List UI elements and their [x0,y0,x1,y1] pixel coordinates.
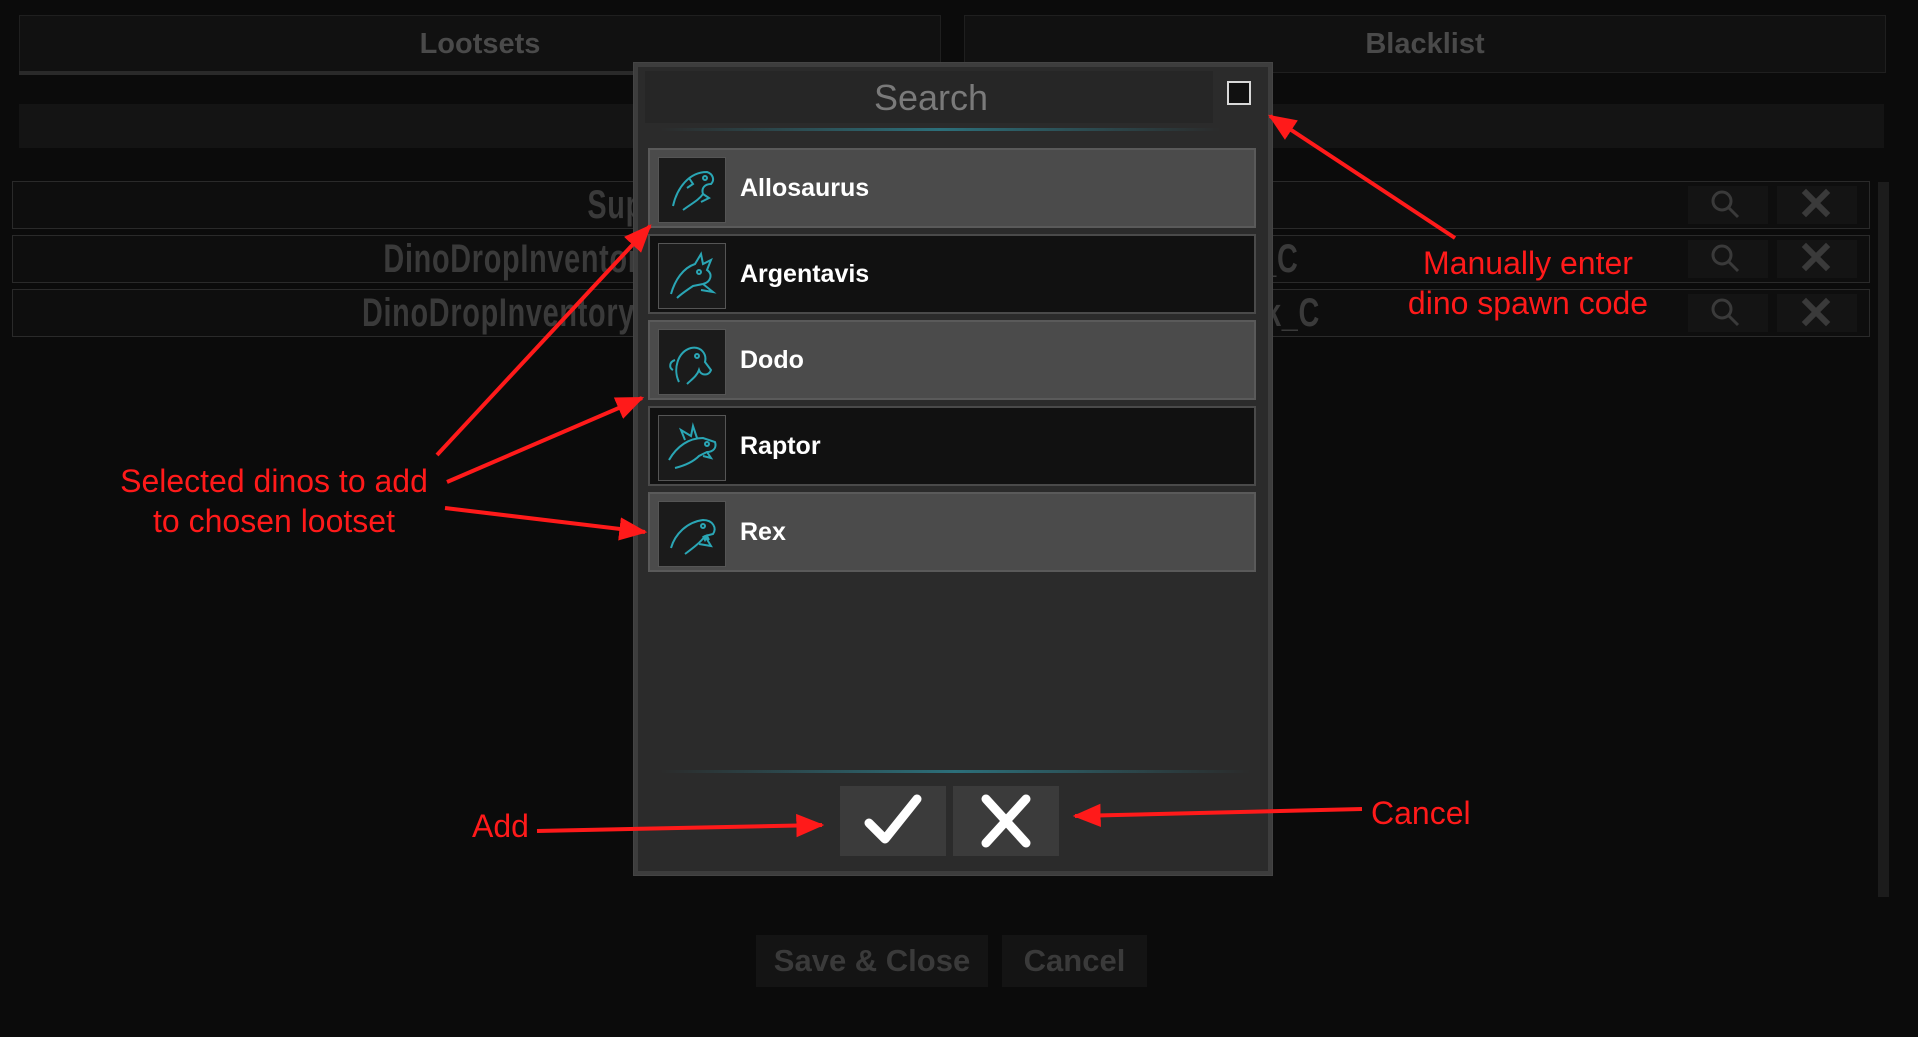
selected-dinos-annotation: Selected dinos to add to chosen lootset [108,461,440,541]
annotation-line: to chosen lootset [153,503,395,539]
delete-icon[interactable] [1777,294,1857,332]
search-icon[interactable] [1688,294,1768,332]
dodo-icon [658,329,726,395]
dino-name: Rex [740,517,786,546]
search-icon[interactable] [1688,240,1768,278]
save-close-label: Save & Close [773,943,971,978]
manual-entry-checkbox[interactable] [1227,81,1251,105]
allosaurus-icon [658,157,726,223]
tab-lootsets-label: Lootsets [419,27,541,60]
delete-icon[interactable] [1777,240,1857,278]
save-close-button[interactable]: Save & Close [756,935,988,987]
annotation-line: dino spawn code [1407,285,1649,321]
annotation-line: Manually enter [1423,245,1633,281]
divider [660,770,1250,773]
dino-item-allosaurus[interactable]: Allosaurus [648,148,1256,228]
cancel-button[interactable]: Cancel [1002,935,1147,987]
dino-name: Dodo [740,345,804,374]
dino-item-dodo[interactable]: Dodo [648,320,1256,400]
dino-name: Raptor [740,431,821,460]
checkmark-icon [864,794,922,844]
annotation-line: Selected dinos to add [120,463,428,499]
close-icon [981,794,1031,848]
manual-entry-annotation: Manually enter dino spawn code [1398,243,1658,323]
dino-item-rex[interactable]: Rex [648,492,1256,572]
cancel-label: Cancel [1023,943,1126,978]
dino-item-raptor[interactable]: Raptor [648,406,1256,486]
argentavis-icon [658,243,726,309]
search-input[interactable] [645,71,1217,125]
dialog-cancel-button[interactable] [953,786,1059,856]
dino-name: Allosaurus [740,173,870,202]
dino-item-argentavis[interactable]: Argentavis [648,234,1256,314]
tab-blacklist-label: Blacklist [1365,27,1485,60]
dino-name: Argentavis [740,259,870,288]
rex-icon [658,501,726,567]
divider [660,128,1220,131]
add-button[interactable] [840,786,946,856]
raptor-icon [658,415,726,481]
list-scrollbar[interactable] [1878,182,1889,897]
add-annotation: Add [472,808,529,844]
cancel-annotation: Cancel [1371,795,1471,831]
search-box[interactable] [645,71,1217,125]
delete-icon[interactable] [1777,186,1857,224]
search-icon[interactable] [1688,186,1768,224]
